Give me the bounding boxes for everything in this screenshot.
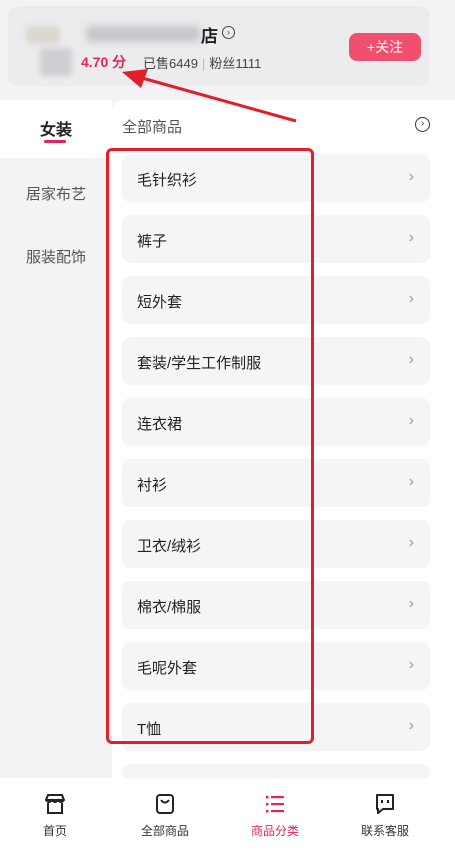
nav-label: 首页 <box>42 824 67 838</box>
annotation-arrow-icon <box>122 69 297 123</box>
nav-all-products[interactable]: 全部商品 <box>115 790 215 839</box>
nav-label: 商品分类 <box>250 824 299 838</box>
list-icon <box>266 796 284 813</box>
nav-customer-service[interactable]: 联系客服 <box>335 790 435 839</box>
shop-icon <box>45 794 65 814</box>
nav-label: 联系客服 <box>360 824 409 838</box>
nav-label: 全部商品 <box>140 824 189 838</box>
nav-home[interactable]: 首页 <box>5 790 105 839</box>
nav-categories[interactable]: 商品分类 <box>225 790 325 839</box>
bag-icon <box>156 794 174 814</box>
chat-icon <box>376 794 394 814</box>
